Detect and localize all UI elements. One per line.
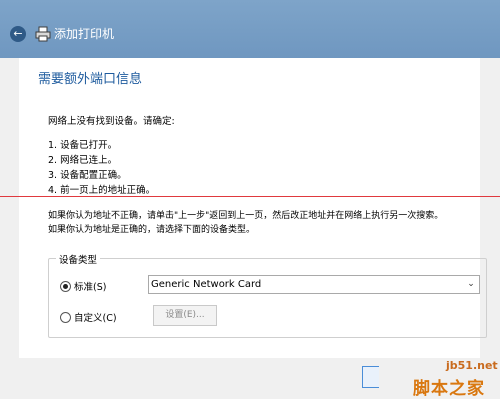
next-button-partial[interactable] — [362, 366, 379, 388]
radio-unselected-icon[interactable] — [60, 311, 71, 323]
custom-radio-label: 自定义(C) — [74, 313, 117, 324]
standard-radio[interactable]: 标准(S) — [60, 279, 106, 293]
checklist-item: 1. 设备已打开。 — [48, 140, 118, 151]
red-divider-line — [0, 196, 500, 197]
note-incorrect-address: 如果你认为地址不正确，请单击"上一步"返回到上一页，然后改正地址并在网络上执行另… — [48, 211, 444, 221]
watermark-logo: 脚本之家 — [413, 379, 485, 399]
checklist: 1. 设备已打开。 2. 网络已连上。 3. 设备配置正确。 4. 前一页上的地… — [48, 138, 155, 198]
back-arrow-icon[interactable]: ← — [10, 26, 26, 42]
device-type-value: Generic Network Card — [151, 279, 262, 290]
page-heading: 需要额外端口信息 — [38, 72, 143, 87]
standard-radio-label: 标准(S) — [74, 282, 107, 293]
window-titlebar: ← 添加打印机 — [0, 0, 500, 58]
chevron-down-icon[interactable]: ⌄ — [465, 278, 477, 291]
wizard-title: 添加打印机 — [54, 27, 115, 41]
printer-icon — [35, 26, 51, 42]
intro-text: 网络上没有找到设备。请确定: — [48, 116, 175, 127]
checklist-item: 2. 网络已连上。 — [48, 155, 118, 166]
settings-button[interactable]: 设置(E)... — [153, 305, 217, 326]
device-type-group: 设备类型 标准(S) Generic Network Card ⌄ 自定义(C)… — [48, 252, 487, 338]
device-type-select[interactable]: Generic Network Card ⌄ — [148, 275, 480, 294]
wizard-panel: 需要额外端口信息 网络上没有找到设备。请确定: 1. 设备已打开。 2. 网络已… — [19, 58, 487, 358]
custom-radio[interactable]: 自定义(C) — [60, 310, 117, 324]
radio-selected-icon[interactable] — [60, 280, 71, 292]
device-type-legend: 设备类型 — [56, 252, 101, 266]
note-correct-address: 如果你认为地址是正确的，请选择下面的设备类型。 — [48, 225, 256, 235]
checklist-item: 3. 设备配置正确。 — [48, 170, 127, 181]
watermark-site: jb51.net — [446, 359, 498, 372]
